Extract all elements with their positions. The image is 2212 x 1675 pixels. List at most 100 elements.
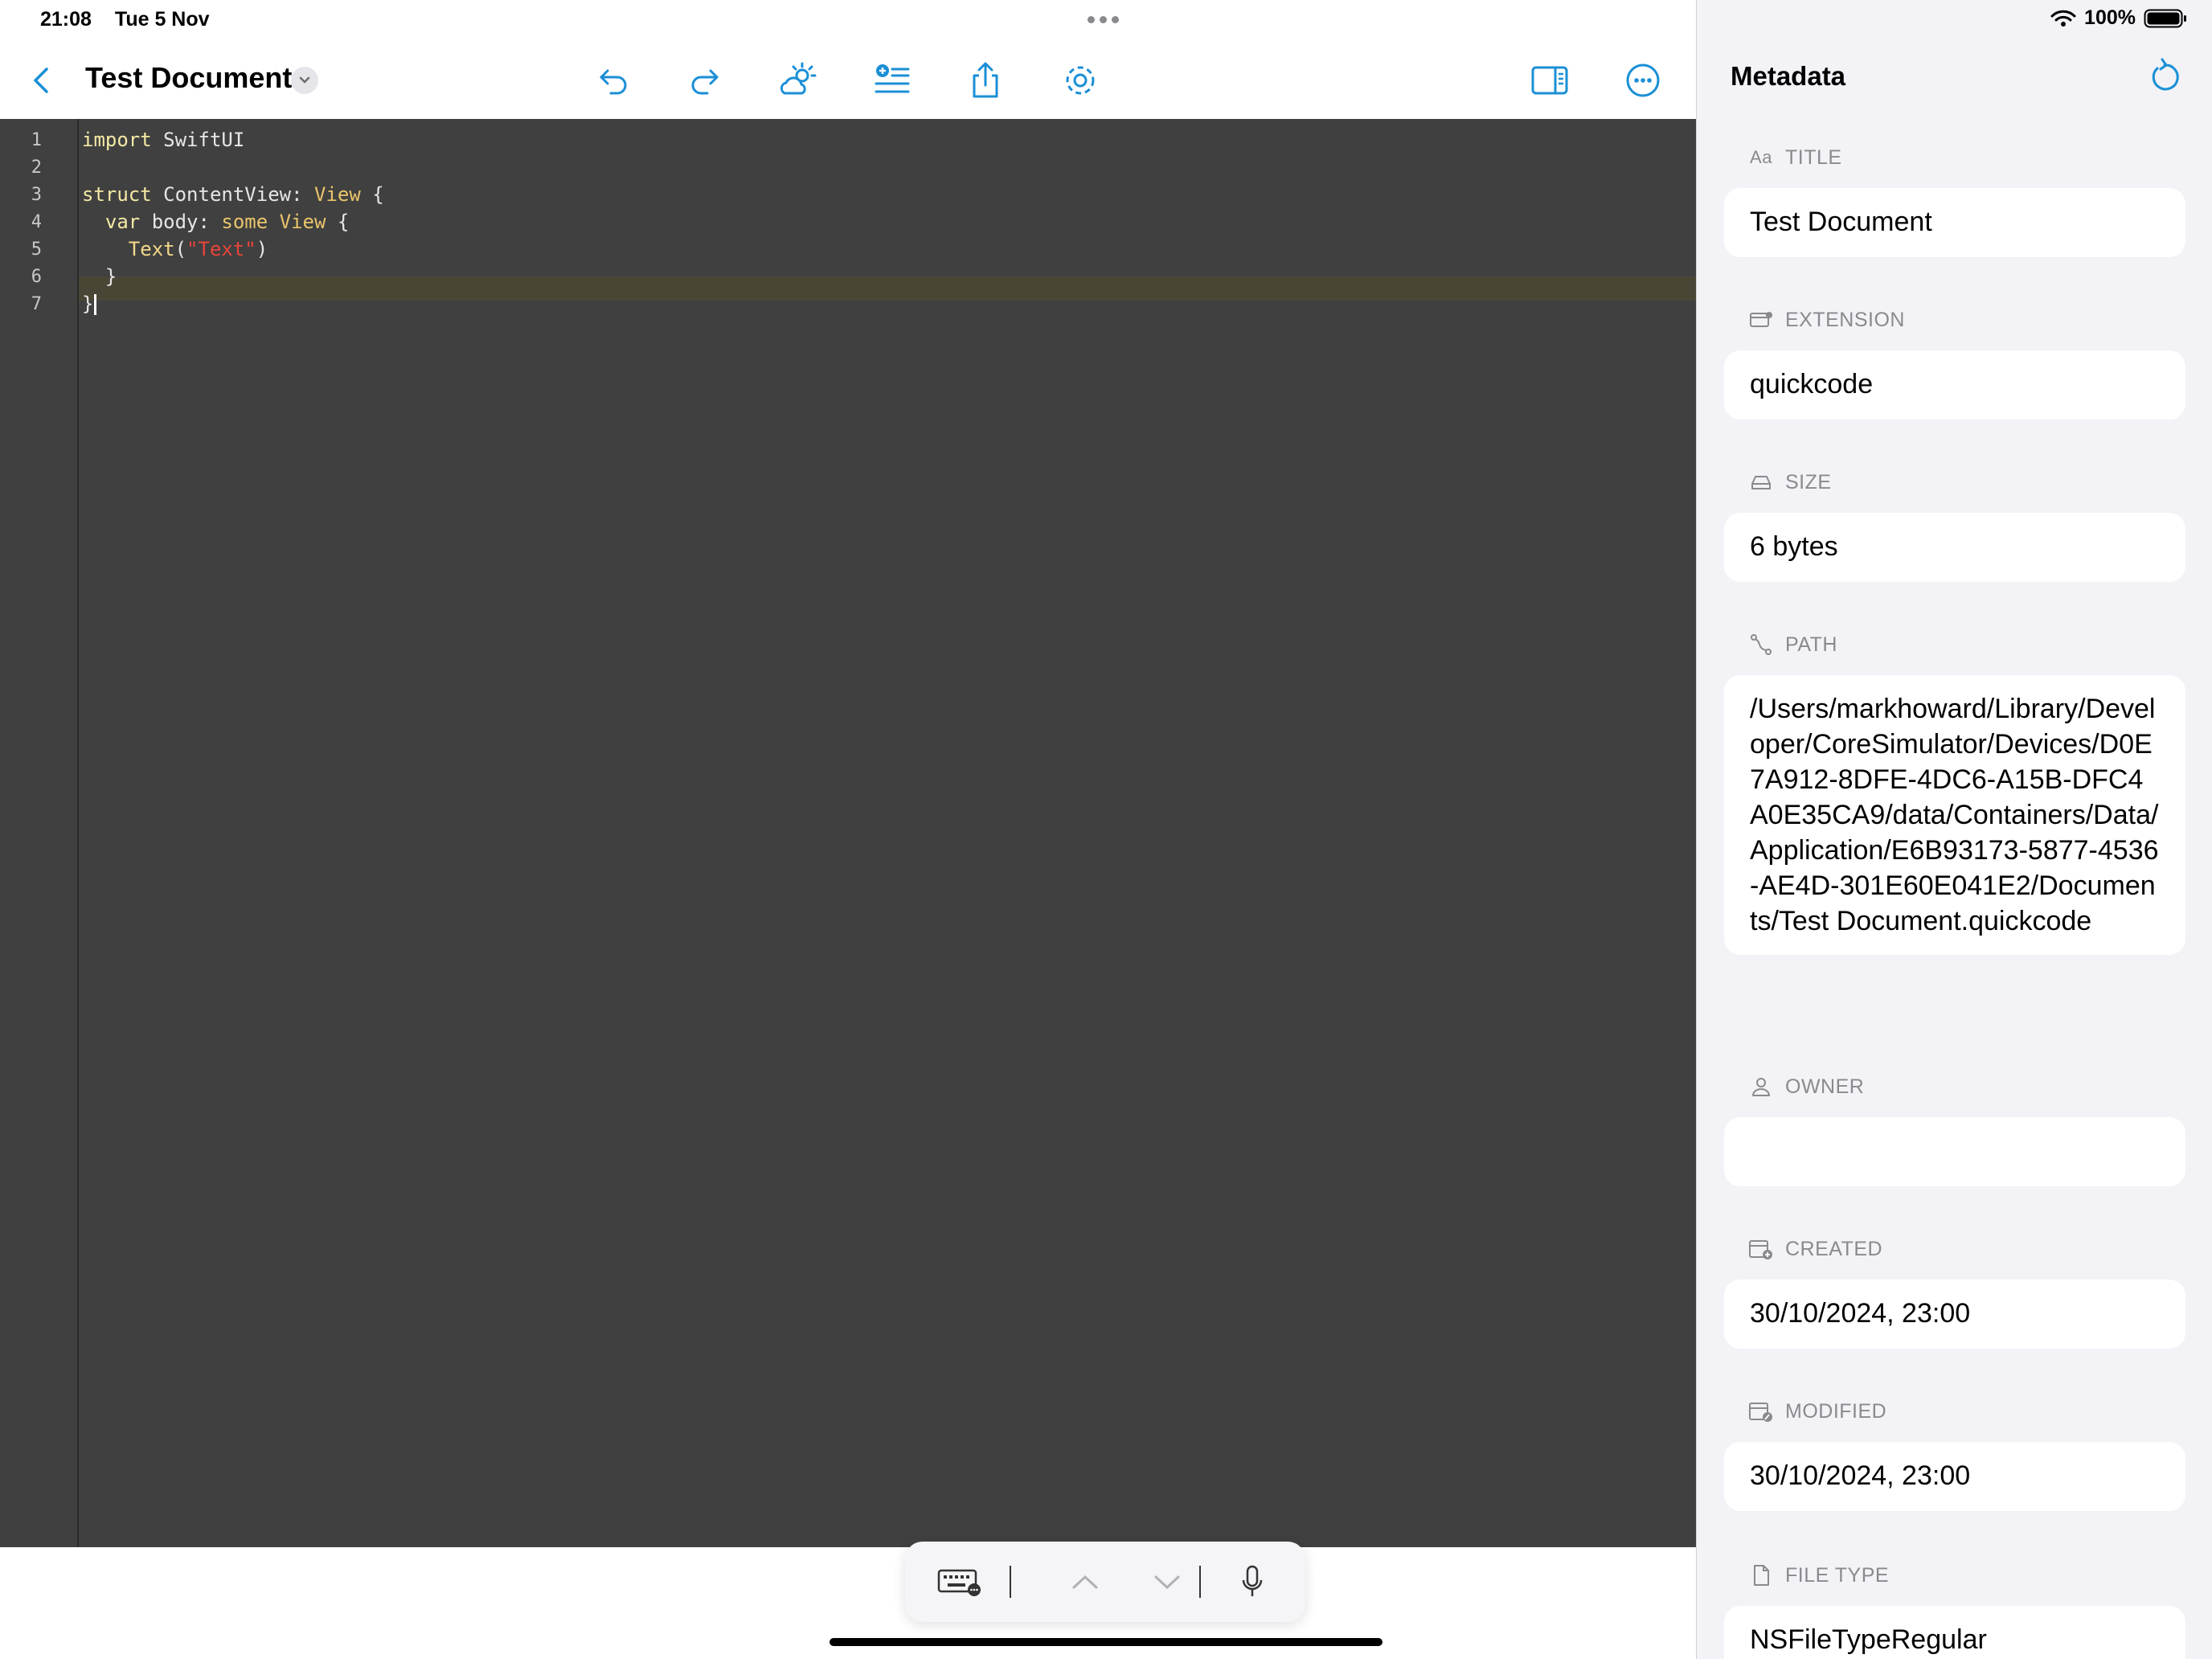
chevron-down-icon [299,76,310,84]
field-label: OWNER [1785,1075,1865,1098]
wifi-icon [2050,10,2076,27]
toolbar-separator [1199,1566,1201,1598]
field-label-row: OWNER [1748,1071,2185,1103]
field-value[interactable]: 30/10/2024, 23:00 [1724,1280,2185,1349]
code-line: var body: some View { [82,211,349,233]
code-line: struct ContentView: View { [82,183,384,206]
code-token: ) [256,238,268,260]
current-line-highlight [79,276,1696,301]
field-label: EXTENSION [1785,308,1905,331]
navigation-bar: Test Document [0,42,1696,119]
sidebar-right-icon [1531,66,1568,95]
keyboard-button[interactable] [937,1561,982,1603]
line-number: 5 [31,240,42,260]
document-icon [1748,1562,1774,1588]
share-button[interactable] [961,56,1010,104]
code-token: some [221,211,268,233]
field-value[interactable]: Test Document [1724,188,2185,257]
field-label-row: MODIFIED [1748,1395,2185,1427]
battery-icon [2144,9,2186,27]
line-number: 6 [31,267,42,287]
code-token: { [360,183,384,206]
chevron-up-icon [1072,1575,1098,1589]
code-token: "Text" [186,238,256,260]
field-label-row: CREATED [1748,1233,2185,1265]
field-path: PATH/Users/markhoward/Library/Developer/… [1724,629,2185,955]
chevron-left-icon [34,68,48,93]
next-button[interactable] [1145,1561,1190,1603]
field-value[interactable]: 30/10/2024, 23:00 [1724,1442,2185,1511]
code-editor[interactable]: 1 2 3 4 5 6 7 import SwiftUI struct ContentView… [0,119,1696,1547]
metadata-sidebar: 100% Metadata Aa TITLE Test Document EXTENS… [1696,0,2212,1675]
sidebar-title: Metadata [1731,61,1846,91]
toggle-sidebar-button[interactable] [1526,56,1574,104]
text-size-icon: Aa [1750,147,1772,167]
insert-snippet-button[interactable] [868,56,916,104]
code-token: Text [82,238,175,260]
redo-button[interactable] [680,56,728,104]
field-value[interactable]: 6 bytes [1724,513,2185,582]
text-caret [94,294,97,315]
field-value[interactable] [1724,1117,2185,1186]
line-number-gutter: 1 2 3 4 5 6 7 [0,119,79,1547]
line-number: 7 [31,294,42,314]
share-icon [973,62,998,98]
dictation-button[interactable] [1230,1561,1275,1603]
revert-button[interactable] [2144,55,2185,96]
settings-button[interactable] [1056,56,1104,104]
battery-percentage: 100% [2084,6,2136,29]
document-title[interactable]: Test Document [85,61,292,95]
code-line: } [82,293,97,315]
code-token: View [279,211,326,233]
home-indicator[interactable] [830,1638,1382,1646]
field-label: MODIFIED [1785,1399,1887,1423]
code-token: SwiftUI [151,129,245,151]
main-area: 21:08 Tue 5 Nov Test Document 1 2 3 4 5 … [0,0,1696,1659]
code-line: } [82,265,117,288]
calendar-plus-icon [1748,1236,1774,1262]
field-label: TITLE [1785,145,1842,169]
code-line: Text("Text") [82,238,268,260]
sun-cloud-icon [780,62,817,95]
field-label: SIZE [1785,470,1832,493]
code-token: } [82,265,117,288]
list-add-icon [875,64,910,93]
field-value[interactable]: /Users/markhoward/Library/Developer/Core… [1724,675,2185,955]
more-button[interactable] [1619,56,1667,104]
chevron-down-icon [1154,1575,1180,1590]
line-number: 2 [31,158,42,178]
extension-icon [1748,307,1774,333]
ellipsis-circle-icon [1626,63,1660,97]
undo-button[interactable] [590,56,638,104]
toolbar-separator [1010,1566,1011,1598]
path-icon [1748,632,1774,657]
previous-button[interactable] [1063,1561,1108,1603]
theme-button[interactable] [773,56,821,104]
back-button[interactable] [18,56,66,104]
field-label-row: PATH [1748,629,2185,661]
field-value[interactable]: quickcode [1724,350,2185,420]
code-token: View [314,183,361,206]
field-modified: MODIFIED 30/10/2024, 23:00 [1724,1395,2185,1511]
keyboard-shortcut-bar [905,1542,1305,1622]
code-token: struct [82,183,152,206]
field-label-row: Aa TITLE [1748,141,2185,174]
field-title: Aa TITLE Test Document [1724,141,2185,257]
field-label: FILE TYPE [1785,1563,1890,1587]
redo-icon [691,69,719,95]
code-token: body: [140,211,222,233]
field-label-row: SIZE [1748,466,2185,498]
field-size: SIZE 6 bytes [1724,466,2185,582]
field-extension: EXTENSION quickcode [1724,304,2185,420]
undo-icon [600,69,627,95]
keyboard-icon [937,1569,981,1596]
field-label: PATH [1785,633,1837,656]
field-owner: OWNER [1724,1071,2185,1186]
multitasking-dots-icon[interactable] [1088,16,1119,23]
field-label-row: EXTENSION [1748,304,2185,336]
line-number: 3 [31,185,42,205]
field-value[interactable]: NSFileTypeRegular [1724,1606,2185,1675]
status-bar-right: 100% [2050,6,2187,30]
title-menu-button[interactable] [291,67,318,94]
